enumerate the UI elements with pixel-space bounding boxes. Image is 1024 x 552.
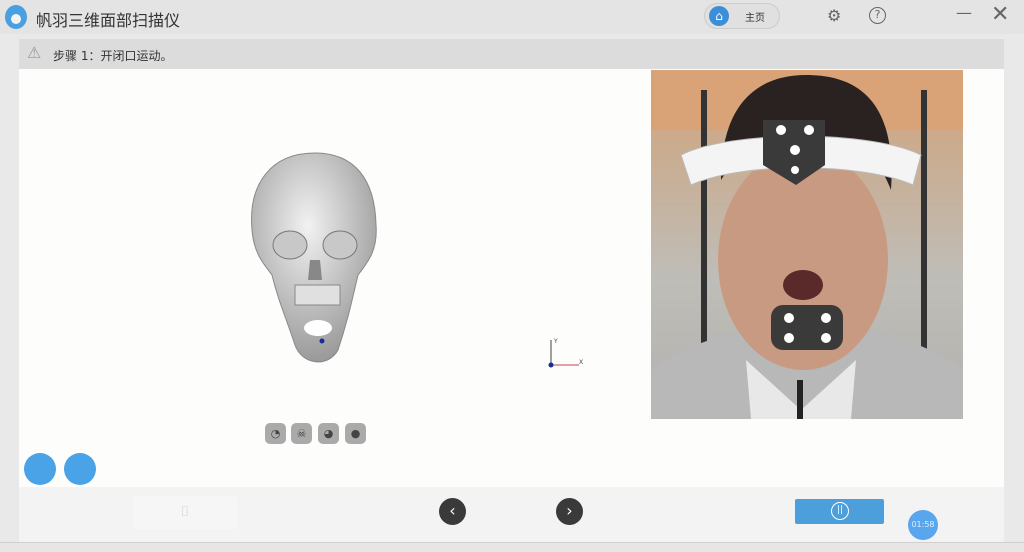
axis-y-label: Y xyxy=(553,338,558,345)
app-logo-icon xyxy=(5,5,27,29)
view-right-profile-button[interactable]: ◕ xyxy=(318,423,339,444)
settings-gear-icon[interactable]: ⚙ xyxy=(827,6,841,25)
title-bar: 帆羽三维面部扫描仪 ⌂ 主页 ⚙ ? — ✕ xyxy=(0,0,1024,34)
status-dot-1[interactable] xyxy=(24,453,56,485)
help-icon[interactable]: ? xyxy=(869,7,886,24)
previous-button[interactable]: ‹ xyxy=(439,498,466,525)
axis-x-label: X xyxy=(579,359,583,366)
step-instruction: 步骤 1：开闭口运动。 xyxy=(53,49,173,63)
home-icon: ⌂ xyxy=(709,6,729,26)
next-button[interactable]: › xyxy=(556,498,583,525)
view-left-profile-button[interactable]: ◔ xyxy=(265,423,286,444)
minimize-button[interactable]: — xyxy=(956,3,972,22)
close-button[interactable]: ✕ xyxy=(991,2,1009,27)
home-button[interactable]: ⌂ 主页 xyxy=(704,3,780,29)
axis-gizmo: Y X xyxy=(548,338,583,368)
home-label: 主页 xyxy=(745,13,765,24)
recording-timer: 01:58 xyxy=(908,510,938,540)
pause-button[interactable]: || xyxy=(795,499,884,524)
skull-3d-model[interactable] xyxy=(240,150,390,375)
warning-icon: ⚠ xyxy=(27,43,42,62)
camera-feed xyxy=(651,70,963,419)
status-dot-2[interactable] xyxy=(64,453,96,485)
pause-icon: || xyxy=(831,502,849,520)
step-banner: ⚠ 步骤 1：开闭口运动。 xyxy=(19,39,1004,69)
view-top-button[interactable]: ● xyxy=(345,423,366,444)
app-title: 帆羽三维面部扫描仪 xyxy=(36,11,181,30)
camera-capture-button[interactable]: ⌷ xyxy=(133,496,237,529)
view-front-skull-button[interactable]: ☠ xyxy=(291,423,312,444)
taskbar xyxy=(0,542,1024,552)
